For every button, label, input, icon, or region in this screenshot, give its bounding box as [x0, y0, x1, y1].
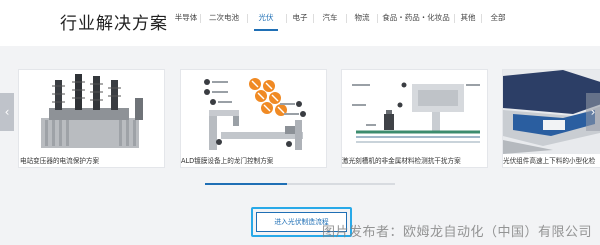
tab-electronics[interactable]: 电子 — [287, 13, 313, 31]
ald-gantry-diagram — [181, 70, 326, 154]
publisher-watermark: 图片发布者：欧姆龙自动化（中国）有限公司 — [321, 225, 592, 240]
tab-food-pharma-cosmetics[interactable]: 食品・药品・化妆品 — [378, 13, 454, 31]
card-caption: 激光刻槽机的非金属材料检测抗干扰方案 — [342, 157, 461, 165]
tab-all[interactable]: 全部 — [482, 13, 514, 31]
carousel-progress-track — [205, 183, 395, 185]
tab-photovoltaic[interactable]: 光伏 — [254, 13, 278, 31]
solution-card-ald-gantry[interactable] — [180, 69, 327, 168]
header: 行业解决方案 半导体 二次电池 光伏 电子 汽车 物流 食品・药品・化妆品 其他… — [0, 0, 600, 46]
solution-card-transformer[interactable] — [18, 69, 165, 168]
carousel-progress-fill — [205, 183, 287, 185]
tab-logistics[interactable]: 物流 — [347, 13, 377, 31]
card-caption: ALD镀膜设备上的龙门控制方案 — [181, 157, 274, 165]
solutions-carousel: 电站变压器的电流保护方案 ALD镀膜设备上的龙门控制方案 激光刻槽机的非金属材料… — [0, 46, 600, 245]
chevron-right-icon: › — [590, 105, 596, 119]
solution-card-laser-groove[interactable] — [341, 69, 488, 168]
industry-tabs: 半导体 二次电池 光伏 电子 汽车 物流 食品・药品・化妆品 其他 全部 — [172, 13, 514, 31]
carousel-prev-button[interactable]: ‹ — [0, 93, 14, 131]
tab-others[interactable]: 其他 — [455, 13, 481, 31]
chevron-left-icon: ‹ — [4, 105, 10, 119]
card-caption: 光伏组件高速上下料的小型化检 — [503, 157, 596, 165]
tab-semiconductor[interactable]: 半导体 — [172, 13, 200, 31]
laser-groove-diagram — [342, 70, 487, 154]
tab-divider — [247, 14, 248, 23]
carousel-next-button[interactable]: › — [586, 93, 600, 131]
tab-secondary-battery[interactable]: 二次电池 — [201, 13, 247, 31]
card-caption: 电站变压器的电流保护方案 — [20, 157, 100, 165]
transformer-image — [19, 70, 164, 154]
page-title: 行业解决方案 — [60, 14, 168, 34]
tab-automotive[interactable]: 汽车 — [314, 13, 346, 31]
